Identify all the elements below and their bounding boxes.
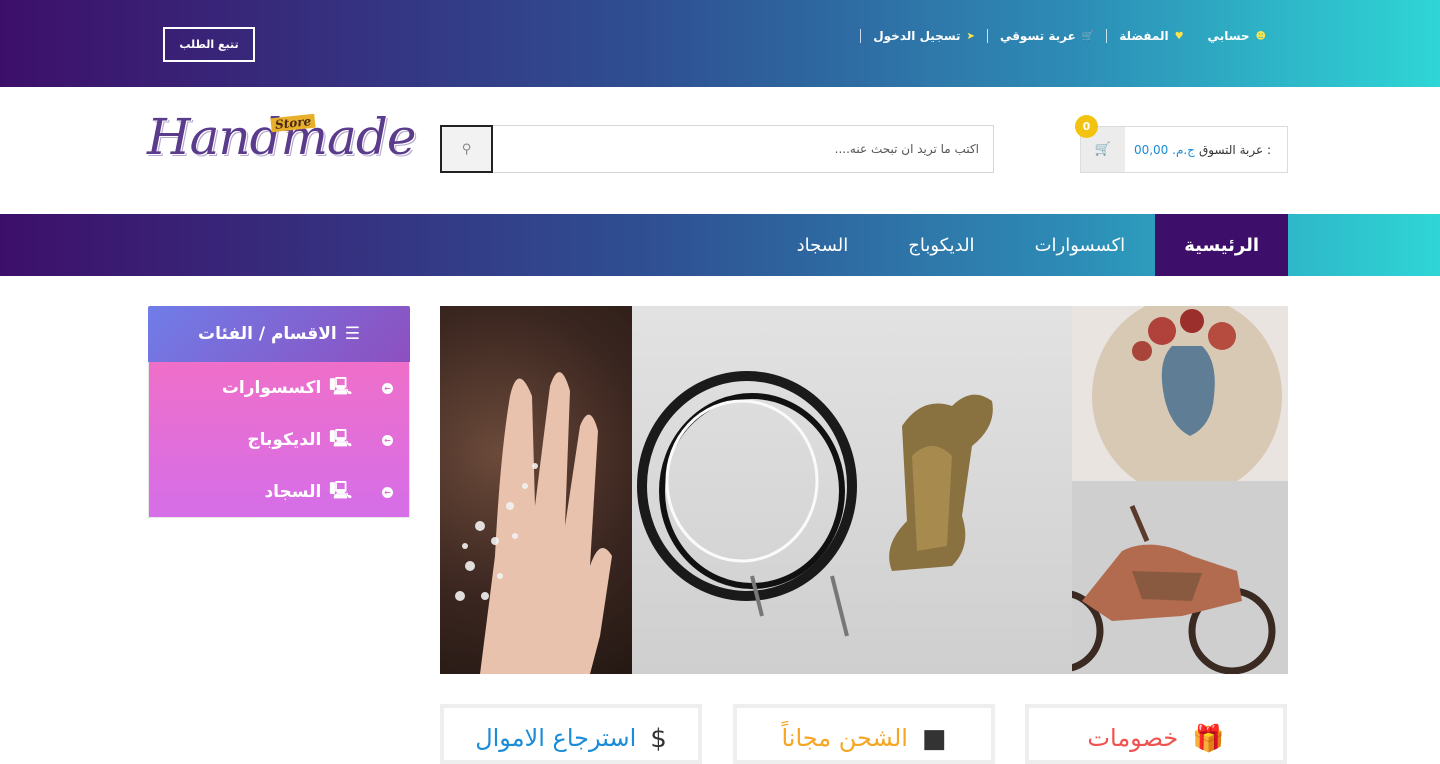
feature-free-shipping[interactable]: ■ الشحن مجاناً [733, 704, 995, 764]
banner-image-decoupage [1072, 306, 1288, 496]
nav-item-accessories[interactable]: اكسسوارات [1005, 214, 1156, 276]
search-input[interactable] [493, 126, 993, 172]
category-item-accessories[interactable]: ← 🖳 اكسسوارات [149, 362, 409, 414]
my-cart-label: عربة تسوقي [999, 29, 1076, 43]
banner-image-products [632, 306, 1072, 674]
heart-icon: ♥ [1174, 30, 1184, 42]
dollar-icon: $ [650, 724, 667, 754]
monitor-icon: 🖳 [329, 480, 352, 501]
user-icon: ☻ [1255, 30, 1266, 42]
categories-header[interactable]: ☰ الاقسام / الفئات [148, 306, 410, 362]
login-label: تسجيل الدخول [873, 29, 961, 43]
feature-money-back[interactable]: $ استرجاع الاموال [440, 704, 702, 764]
category-label: اكسسوارات [221, 378, 322, 398]
search-icon: ⚲ [461, 141, 472, 157]
products-illustration [637, 371, 993, 637]
hand-illustration [455, 372, 612, 674]
main-nav: الرئيسية اكسسوارات الديكوباج السجاد [0, 214, 1440, 276]
truck-icon: ■ [921, 724, 947, 754]
banner-image-jewelry [440, 306, 632, 674]
cart-icon: 🛒 [1081, 30, 1095, 42]
hero-banner[interactable] [440, 306, 1288, 674]
arrow-circle-icon: ← [382, 434, 393, 446]
my-account-link[interactable]: ☻ حسابي [1196, 29, 1266, 43]
cart-count-badge: 0 [1075, 115, 1098, 138]
track-order-button[interactable]: تتبع الطلب [163, 27, 255, 62]
category-item-decoupage[interactable]: ← 🖳 الديكوباج [149, 414, 409, 466]
sign-in-icon: ➤ [966, 30, 975, 42]
motorcycle-illustration [1020, 505, 1276, 674]
feature-label: خصومات [1087, 724, 1179, 752]
feature-label: الشحن مجاناً [781, 724, 908, 752]
feature-discounts[interactable]: 🎁 خصومات [1025, 704, 1287, 764]
favorites-label: المفضلة [1119, 29, 1169, 43]
monitor-icon: 🖳 [329, 376, 352, 397]
top-bar: تتبع الطلب ☻ حسابي ♥ المفضلة 🛒 عربة تسوق… [0, 0, 1440, 87]
menu-icon: ☰ [344, 324, 360, 344]
banner-image-motorcycle [1020, 481, 1288, 674]
vase-plate-illustration [1092, 306, 1282, 496]
login-link[interactable]: ➤ تسجيل الدخول [860, 29, 987, 43]
category-label: الديكوباج [247, 430, 322, 450]
cart-summary: عربة التسوق : ج.م. 00,00 [1125, 127, 1287, 172]
categories-title: الاقسام / الفئات [198, 324, 337, 344]
arrow-circle-icon: ← [382, 486, 393, 498]
gift-icon: 🎁 [1192, 724, 1225, 754]
cart-price: ج.م. 00,00 [1133, 142, 1195, 157]
site-logo[interactable]: Handmade Store [147, 108, 416, 198]
arrow-circle-icon: ← [382, 382, 393, 394]
my-cart-link[interactable]: 🛒 عربة تسوقي [986, 29, 1106, 43]
nav-item-carpets[interactable]: السجاد [767, 214, 879, 276]
categories-list: ← 🖳 اكسسوارات ← 🖳 الديكوباج ← 🖳 السجاد [148, 362, 410, 518]
feature-label: استرجاع الاموال [475, 724, 637, 752]
search-bar: ⚲ [440, 125, 994, 173]
category-item-carpets[interactable]: ← 🖳 السجاد [149, 466, 409, 518]
favorites-link[interactable]: ♥ المفضلة [1106, 29, 1195, 43]
my-account-label: حسابي [1207, 29, 1250, 43]
nav-item-home[interactable]: الرئيسية [1155, 214, 1288, 276]
nav-item-decoupage[interactable]: الديكوباج [878, 214, 1004, 276]
header-cart[interactable]: 0 🛒 عربة التسوق : ج.م. 00,00 [1075, 115, 1288, 173]
monitor-icon: 🖳 [329, 428, 352, 449]
search-button[interactable]: ⚲ [440, 125, 493, 173]
category-label: السجاد [264, 482, 322, 502]
cart-label: عربة التسوق : [1198, 142, 1271, 157]
top-links: ☻ حسابي ♥ المفضلة 🛒 عربة تسوقي ➤ تسجيل ا… [860, 27, 1266, 45]
cart-icon: 🛒 [1094, 142, 1112, 157]
